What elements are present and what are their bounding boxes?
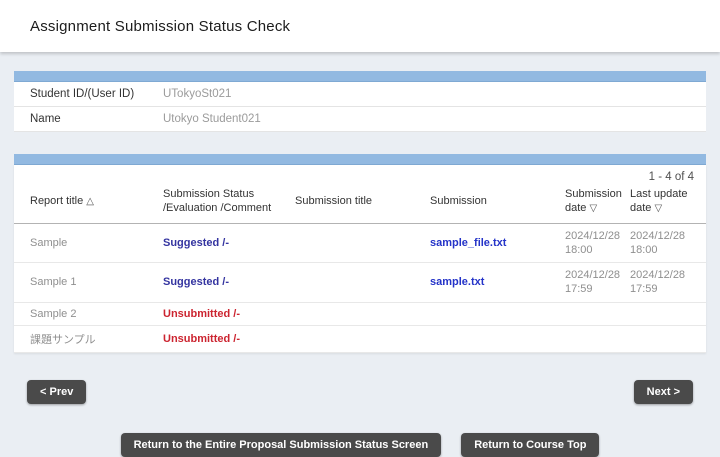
- submission-file-link[interactable]: sample_file.txt: [430, 237, 506, 249]
- submission-file-link[interactable]: sample.txt: [430, 276, 484, 288]
- table-row: Sample 1 Suggested /- sample.txt 2024/12/28…: [14, 263, 706, 303]
- student-name-label: Name: [14, 107, 155, 132]
- status-text: Suggested /-: [163, 237, 229, 249]
- column-header-submission[interactable]: Submission: [422, 184, 557, 223]
- table-header-row: Report title △ Submission Status /Evaluat…: [14, 184, 706, 223]
- last-update-date-cell: 2024/12/28 18:00: [622, 223, 706, 263]
- column-header-submission-date[interactable]: Submission date ▽: [557, 184, 622, 223]
- report-title-cell: Sample: [14, 223, 155, 263]
- submission-status-cell: Unsubmitted /-: [155, 325, 287, 352]
- status-text: Suggested /-: [163, 276, 229, 288]
- report-title-cell: Sample 1: [14, 263, 155, 303]
- submission-cell: [422, 302, 557, 325]
- next-button[interactable]: Next >: [634, 380, 693, 404]
- submission-title-cell: [287, 263, 422, 303]
- column-label: Report title: [30, 195, 83, 207]
- return-submission-status-button[interactable]: Return to the Entire Proposal Submission…: [121, 433, 442, 457]
- submission-title-cell: [287, 325, 422, 352]
- submission-title-cell: [287, 302, 422, 325]
- last-update-date-cell: [622, 302, 706, 325]
- sort-triangle-icon[interactable]: ▽: [654, 203, 662, 214]
- pagination: < Prev Next >: [14, 380, 706, 404]
- submission-cell: [422, 325, 557, 352]
- column-header-submission-status[interactable]: Submission Status /Evaluation /Comment: [155, 184, 287, 223]
- student-id-label: Student ID/(User ID): [14, 82, 155, 107]
- student-name-value: Utokyo Student021: [155, 107, 706, 132]
- submission-status-cell: Suggested /-: [155, 263, 287, 303]
- report-title-cell: 課題サンプル: [14, 325, 155, 352]
- column-header-report-title[interactable]: Report title △: [14, 184, 155, 223]
- footer-actions: Return to the Entire Proposal Submission…: [14, 433, 706, 457]
- report-title-cell: Sample 2: [14, 302, 155, 325]
- last-update-date-cell: 2024/12/28 17:59: [622, 263, 706, 303]
- student-id-row: Student ID/(User ID) UTokyoSt021: [14, 82, 706, 107]
- table-row: Sample Suggested /- sample_file.txt 2024/12…: [14, 223, 706, 263]
- student-name-row: Name Utokyo Student021: [14, 107, 706, 132]
- student-info-accent-bar: [14, 71, 706, 82]
- submission-date-cell: 2024/12/28 17:59: [557, 263, 622, 303]
- submission-cell: sample_file.txt: [422, 223, 557, 263]
- submission-cell: sample.txt: [422, 263, 557, 303]
- sort-triangle-icon[interactable]: ▽: [589, 203, 597, 214]
- submission-date-cell: 2024/12/28 18:00: [557, 223, 622, 263]
- student-info-section: Student ID/(User ID) UTokyoSt021 Name Ut…: [14, 71, 706, 132]
- column-label: Submission: [430, 195, 487, 207]
- table-row: Sample 2 Unsubmitted /-: [14, 302, 706, 325]
- prev-button[interactable]: < Prev: [27, 380, 86, 404]
- page-title: Assignment Submission Status Check: [30, 18, 290, 35]
- column-header-submission-title[interactable]: Submission title: [287, 184, 422, 223]
- column-label: Submission title: [295, 195, 372, 207]
- submission-status-cell: Suggested /-: [155, 223, 287, 263]
- result-range-label: 1 - 4 of 4: [14, 165, 706, 184]
- student-info-table: Student ID/(User ID) UTokyoSt021 Name Ut…: [14, 82, 706, 132]
- submission-date-cell: [557, 302, 622, 325]
- status-text: Unsubmitted /-: [163, 308, 240, 320]
- return-course-top-button[interactable]: Return to Course Top: [461, 433, 599, 457]
- content-area: Student ID/(User ID) UTokyoSt021 Name Ut…: [14, 71, 706, 457]
- submission-status-cell: Unsubmitted /-: [155, 302, 287, 325]
- table-row: 課題サンプル Unsubmitted /-: [14, 325, 706, 352]
- student-id-value: UTokyoSt021: [155, 82, 706, 107]
- submission-date-cell: [557, 325, 622, 352]
- sort-triangle-icon[interactable]: △: [86, 196, 94, 207]
- assignments-table: Report title △ Submission Status /Evaluat…: [14, 184, 706, 353]
- column-label: Submission Status /Evaluation /Comment: [163, 188, 271, 214]
- results-accent-bar: [14, 154, 706, 165]
- status-text: Unsubmitted /-: [163, 333, 240, 345]
- column-header-last-update-date[interactable]: Last update date ▽: [622, 184, 706, 223]
- submission-title-cell: [287, 223, 422, 263]
- page-header: Assignment Submission Status Check: [0, 0, 720, 52]
- last-update-date-cell: [622, 325, 706, 352]
- results-section: 1 - 4 of 4 Report title △ Submission Stat…: [14, 154, 706, 353]
